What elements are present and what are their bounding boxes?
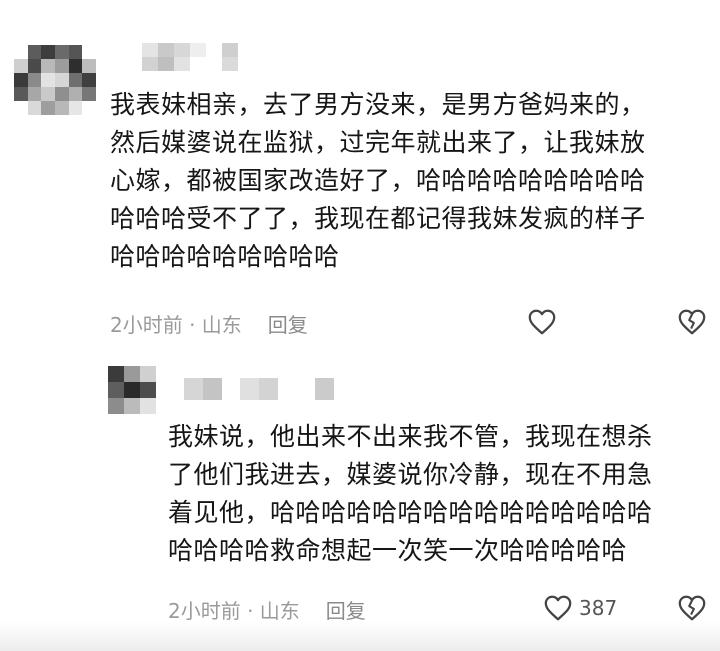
reply-button[interactable]: 回复 [268, 309, 308, 338]
broken-heart-icon [678, 309, 706, 335]
comment-body: 我表妹相亲，去了男方没来，是男方爸妈来的， 然后媒婆说在监狱，过完年就出来了，让… [110, 86, 646, 276]
comment-line: 着见他，哈哈哈哈哈哈哈哈哈哈哈哈哈哈哈 [168, 498, 653, 527]
timestamp-location: 2小时前 · 山东 [168, 598, 300, 623]
bottom-fade [0, 621, 720, 651]
comment-line: 然后媒婆说在监狱，过完年就出来了，让我妹放 [110, 128, 646, 157]
comment-line: 心嫁，都被国家改造好了，哈哈哈哈哈哈哈哈哈 [110, 166, 646, 195]
comment-line: 哈哈哈哈哈哈哈哈哈 [110, 242, 340, 271]
comment-line: 了他们我进去，媒婆说你冷静，现在不用急 [168, 460, 653, 489]
comment-line: 我妹说，他出来不出来我不管，我现在想杀 [168, 422, 653, 451]
broken-heart-icon [678, 595, 706, 621]
like-button[interactable] [527, 305, 557, 339]
comment-line: 哈哈哈哈救命想起一次笑一次哈哈哈哈哈 [168, 536, 628, 565]
like-count: 387 [579, 596, 618, 620]
heart-outline-icon [544, 595, 572, 621]
heart-outline-icon [528, 309, 556, 335]
comment-meta: 2小时前 · 山东 回复 [168, 594, 366, 624]
comment-line: 我表妹相亲，去了男方没来，是男方爸妈来的， [110, 90, 646, 119]
timestamp-location: 2小时前 · 山东 [110, 312, 242, 337]
dislike-button[interactable] [677, 305, 707, 339]
comment-meta: 2小时前 · 山东 回复 [110, 308, 308, 338]
avatar[interactable] [108, 366, 156, 414]
comment-body: 我妹说，他出来不出来我不管，我现在想杀 了他们我进去，媒婆说你冷静，现在不用急 … [168, 418, 653, 570]
comment-line: 哈哈哈受不了了，我现在都记得我妹发疯的样子 [110, 204, 646, 233]
reply-button[interactable]: 回复 [326, 595, 366, 624]
avatar[interactable] [14, 45, 96, 115]
username-blurred[interactable] [184, 378, 334, 400]
dislike-button[interactable] [677, 591, 707, 625]
like-button[interactable]: 387 [543, 591, 617, 625]
username-blurred[interactable] [142, 43, 238, 71]
